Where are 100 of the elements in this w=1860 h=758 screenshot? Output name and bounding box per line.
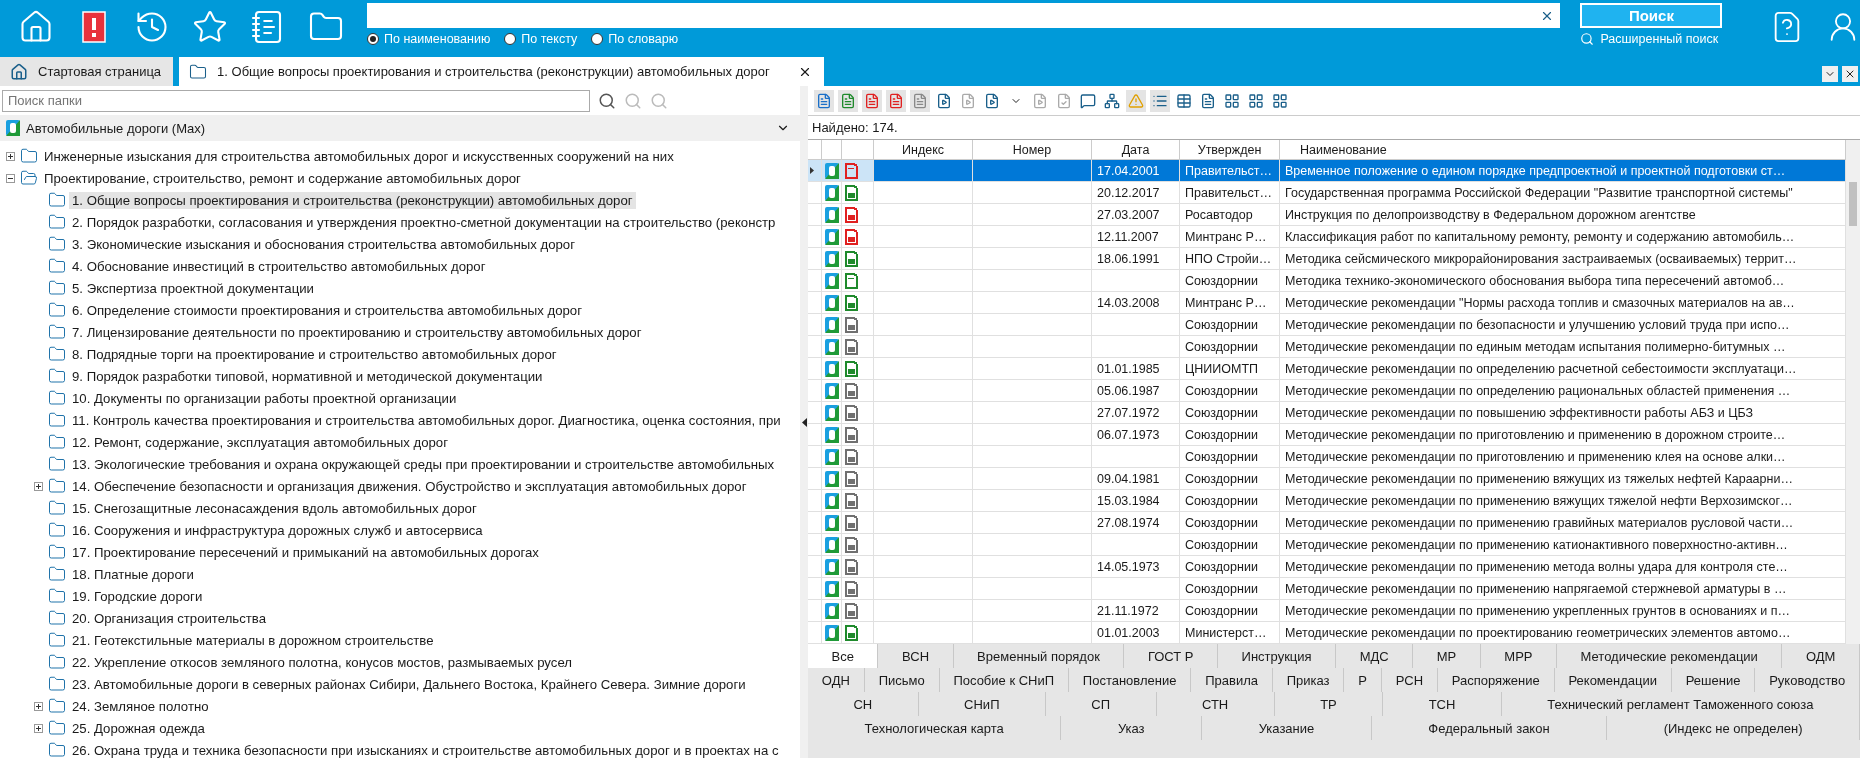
filter-tab[interactable]: Постановление xyxy=(1068,668,1192,692)
tree-item[interactable]: 12. Ремонт, содержание, эксплуатация автомобильных дорог xyxy=(69,433,451,451)
scrollbar-track[interactable] xyxy=(1846,140,1860,644)
tree-item[interactable]: 10. Документы по организации работы проектной организации xyxy=(69,389,460,407)
tree-item[interactable]: 6. Определение стоимости проектирования и строительства автомобильных дорог xyxy=(69,301,585,319)
search-icon[interactable] xyxy=(598,91,616,110)
filter-tab[interactable]: Указ xyxy=(1061,716,1203,740)
document-tab[interactable]: 1. Общие вопросы проектирования и строительства (реконструкции) автомобильных дорог xyxy=(179,57,824,86)
tree-item[interactable]: 19. Городские дороги xyxy=(69,587,206,605)
filter-tab[interactable]: СНиП xyxy=(918,692,1046,716)
filter-tab[interactable]: Технический регламент Таможенного союза xyxy=(1501,692,1860,716)
table-cell: Методика сейсмического микрорайонирования застраиваемых (осваиваемых) террит… xyxy=(1280,248,1846,270)
expand-toggle[interactable] xyxy=(6,151,15,161)
filter-tab[interactable]: Все xyxy=(808,644,879,668)
filter-tab[interactable]: МДС xyxy=(1336,644,1414,668)
tree-item[interactable]: 9. Порядок разработки типовой, нормативной и методической документации xyxy=(69,367,546,385)
filter-tab[interactable]: ТР xyxy=(1274,692,1384,716)
tree-item[interactable]: 8. Подрядные торги на проектирование и строительство автомобильных дорог xyxy=(69,345,560,363)
expand-toggle[interactable] xyxy=(34,481,43,491)
filter-tab[interactable]: (Индекс не определен) xyxy=(1607,716,1860,740)
row-header[interactable] xyxy=(808,160,822,182)
search-field[interactable] xyxy=(366,3,1561,28)
column-header[interactable]: Наименование xyxy=(1280,140,1846,160)
filter-tab[interactable]: Распоряжение xyxy=(1437,668,1555,692)
tree-item[interactable]: 15. Снегозащитные лесонасаждения вдоль автомобильных дорог xyxy=(69,499,480,517)
folder-search-field[interactable]: Поиск папки xyxy=(2,89,590,112)
root-selector[interactable]: Автомобильные дороги (Max) xyxy=(0,115,800,141)
tree-item[interactable]: 14. Обеспечение безопасности и организация движения. Обустройство и эксплуатация автомобильных дорог xyxy=(69,477,750,495)
radio-button[interactable] xyxy=(504,33,517,45)
filter-tab[interactable]: Руководство xyxy=(1755,668,1860,692)
filter-tab[interactable]: Методические рекомендации xyxy=(1557,644,1783,668)
filter-tab[interactable]: ОДМ xyxy=(1782,644,1860,668)
radio-button[interactable] xyxy=(366,33,379,45)
tree-item[interactable]: 18. Платные дороги xyxy=(69,565,197,583)
tree-item[interactable]: 1. Общие вопросы проектирования и строительства (реконструкции) автомобильных дорог xyxy=(69,191,636,209)
filter-tab[interactable]: Указание xyxy=(1202,716,1372,740)
filter-tab[interactable]: Приказ xyxy=(1272,668,1345,692)
tree-item[interactable]: 7. Лицензирование деятельности по проектированию и строительству автомобильных дорог xyxy=(69,323,645,341)
tree-item[interactable]: 20. Организация строительства xyxy=(69,609,270,627)
filter-tab[interactable]: Решение xyxy=(1671,668,1756,692)
tree-item[interactable]: Инженерные изыскания для строительства автомобильных дорог и искусственных сооружений на них xyxy=(41,147,677,165)
tree-item[interactable]: 11. Контроль качества проектирования и строительства автомобильных дорог. Диагностика, оценка состояния, при xyxy=(69,411,784,429)
filter-tab[interactable]: СТН xyxy=(1156,692,1275,716)
toolbar-button[interactable] xyxy=(814,89,834,112)
filter-tab[interactable]: Федеральный закон xyxy=(1371,716,1608,740)
warning-icon xyxy=(1128,92,1144,109)
hierarchy-icon xyxy=(1104,92,1120,109)
toolbar-button[interactable] xyxy=(886,89,906,112)
filter-tab[interactable]: Технологическая карта xyxy=(808,716,1062,740)
tree-item[interactable]: 16. Сооружения и инфраструктура дорожных служб и автосервиса xyxy=(69,521,486,539)
tree-item[interactable]: 21. Геотекстильные материалы в дорожном строительстве xyxy=(69,631,437,649)
expand-toggle[interactable] xyxy=(34,723,43,733)
filter-tab[interactable]: Р xyxy=(1344,668,1382,692)
tree-item[interactable]: 22. Укрепление откосов земляного полотна, конусов мостов, размываемых русел xyxy=(69,653,575,671)
filter-tab[interactable]: РСН xyxy=(1381,668,1438,692)
scrollbar-thumb[interactable] xyxy=(1849,182,1857,226)
filter-tab[interactable]: ВСН xyxy=(878,644,954,668)
tree-item[interactable]: 24. Земляное полотно xyxy=(69,697,212,715)
column-header[interactable]: Дата xyxy=(1092,140,1180,160)
tree-item[interactable]: 2. Порядок разработки, согласования и утверждения проектно-сметной документации на строительство (реконстр xyxy=(69,213,779,231)
close-all-button[interactable] xyxy=(1842,66,1858,82)
filter-tab[interactable]: СН xyxy=(808,692,919,716)
tree-item[interactable]: 26. Охрана труда и техника безопасности при изысканиях и строительстве автомобильных дорог и в проектах на с xyxy=(69,741,782,758)
advanced-search-icon[interactable] xyxy=(1580,32,1595,46)
filter-tab[interactable]: МРР xyxy=(1480,644,1557,668)
tree-item[interactable]: 17. Проектирование пересечений и примыканий на автомобильных дорогах xyxy=(69,543,542,561)
toolbar-button[interactable] xyxy=(910,89,930,112)
tree-item[interactable]: 13. Экологические требования и охрана окружающей среды при проектировании и строительстве автомобильных xyxy=(69,455,778,473)
radio-button[interactable] xyxy=(591,33,604,45)
tree-item[interactable]: 5. Экспертиза проектной документации xyxy=(69,279,317,297)
toolbar-button[interactable] xyxy=(862,89,882,112)
tree-item[interactable]: Проектирование, строительство, ремонт и содержание автомобильных дорог xyxy=(41,169,524,187)
filter-tab[interactable]: ТСН xyxy=(1383,692,1502,716)
tree-item[interactable]: 25. Дорожная одежда xyxy=(69,719,208,737)
tree-item[interactable]: 4. Обоснование инвестиций в строительство автомобильных дорог xyxy=(69,257,489,275)
folder-icon xyxy=(48,389,66,407)
column-header[interactable]: Номер xyxy=(973,140,1092,160)
search-next-icon[interactable] xyxy=(624,91,642,110)
filter-tab[interactable]: МР xyxy=(1413,644,1481,668)
expand-toggle[interactable] xyxy=(34,701,43,711)
filter-tab[interactable]: ОДН xyxy=(808,668,865,692)
tree-item[interactable]: 23. Автомобильные дороги в северных районах Сибири, Дальнего Востока, Крайнего Севера. Зимние дороги xyxy=(69,675,749,693)
filter-tab[interactable]: Инструкция xyxy=(1218,644,1337,668)
search-previous-icon[interactable] xyxy=(650,91,668,110)
filter-tab[interactable]: СП xyxy=(1045,692,1157,716)
document-tab[interactable]: Стартовая страница xyxy=(0,57,174,86)
expand-toggle[interactable] xyxy=(6,173,15,183)
filter-tab[interactable]: Временный порядок xyxy=(953,644,1125,668)
table-cell: Союздорнии xyxy=(1180,512,1280,534)
toolbar-button[interactable] xyxy=(838,89,858,112)
tree-item[interactable]: 3. Экономические изыскания и обоснования строительства автомобильных дорог xyxy=(69,235,579,253)
column-header[interactable]: Утвержден xyxy=(1180,140,1280,160)
filter-tab[interactable]: Правила xyxy=(1191,668,1273,692)
filter-tab[interactable]: Пособие к СНиП xyxy=(939,668,1069,692)
filter-tab[interactable]: ГОСТ Р xyxy=(1124,644,1219,668)
filter-tab[interactable]: Письмо xyxy=(864,668,940,692)
column-header[interactable]: Индекс xyxy=(874,140,973,160)
collapse-arrow-icon[interactable] xyxy=(801,417,807,427)
toolbar-button[interactable] xyxy=(1150,89,1170,112)
filter-tab[interactable]: Рекомендации xyxy=(1554,668,1672,692)
